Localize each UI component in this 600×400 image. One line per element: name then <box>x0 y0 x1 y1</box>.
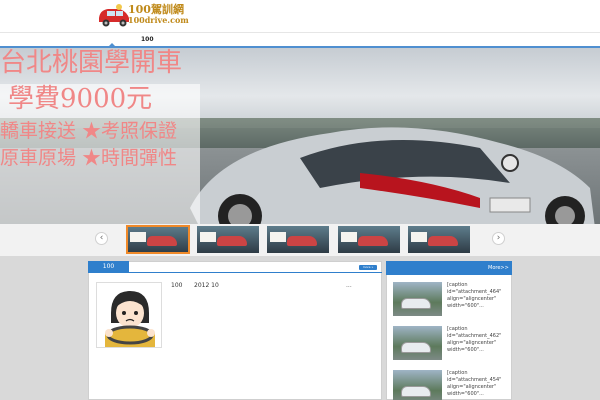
sidebar-list-item[interactable]: [caption id="attachment_462" align="alig… <box>393 326 508 362</box>
sidebar-list-item[interactable]: [caption id="attachment_464" align="alig… <box>393 282 508 318</box>
promo-price: 學費9000元 <box>8 84 153 114</box>
sidebar-item-text: [caption id="attachment_454" align="alig… <box>447 370 502 397</box>
promo-feature-2: 原車原場 ★時間彈性 <box>0 147 178 169</box>
promo-headline: 台北桃園學開車 <box>0 48 183 78</box>
panel-tab-underline <box>88 272 382 273</box>
panel-tab[interactable]: 100 <box>88 261 129 273</box>
sidebar-item-text: [caption id="attachment_462" align="alig… <box>447 326 502 353</box>
sidebar-more-link[interactable]: More>> <box>488 265 509 271</box>
student-driver-icon <box>97 283 161 347</box>
car-logo-icon <box>99 4 129 27</box>
carousel-thumbnail[interactable] <box>267 226 329 253</box>
sports-car-image <box>190 127 595 224</box>
carousel-prev-button[interactable]: ‹ <box>95 232 108 245</box>
sidebar-item-image[interactable] <box>393 282 442 316</box>
post-excerpt: ... <box>346 282 352 289</box>
carousel-thumbnail[interactable] <box>338 226 400 253</box>
sidebar-item-image[interactable] <box>393 326 442 360</box>
sidebar-item-image[interactable] <box>393 370 442 400</box>
post-date: 2012 10 <box>194 282 219 289</box>
site-logo[interactable]: 100駕訓網 100drive.com <box>96 1 189 28</box>
post-title[interactable]: 100 <box>171 282 182 289</box>
post-thumbnail[interactable] <box>96 282 162 348</box>
sidebar-item-text: [caption id="attachment_464" align="alig… <box>447 282 502 309</box>
promo-feature-1: 轎車接送 ★考照保證 <box>0 120 178 142</box>
carousel-thumbnail[interactable] <box>408 226 470 253</box>
carousel-next-button[interactable]: › <box>492 232 505 245</box>
sidebar-list-item[interactable]: [caption id="attachment_454" align="alig… <box>393 370 508 400</box>
more-link[interactable]: more » <box>359 265 377 270</box>
carousel-thumbnail[interactable] <box>126 225 190 254</box>
site-header: 100駕訓網 100drive.com <box>0 0 600 30</box>
carousel-thumbnail[interactable] <box>197 226 259 253</box>
logo-domain: 100drive.com <box>128 15 189 25</box>
